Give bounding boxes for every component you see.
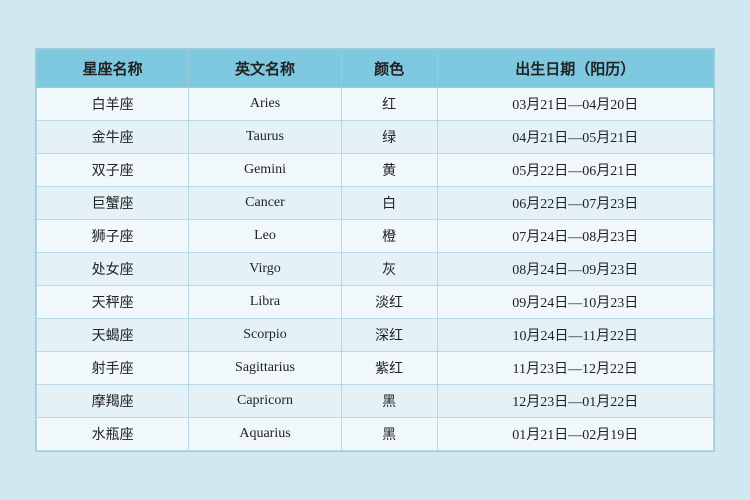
table-cell-3-2: 白 [341,187,437,220]
table-cell-5-0: 处女座 [37,253,189,286]
table-cell-5-2: 灰 [341,253,437,286]
table-row: 摩羯座Capricorn黑12月23日—01月22日 [37,385,714,418]
table-cell-2-3: 05月22日—06月21日 [437,154,713,187]
table-cell-5-3: 08月24日—09月23日 [437,253,713,286]
table-row: 白羊座Aries红03月21日—04月20日 [37,88,714,121]
table-cell-9-2: 黑 [341,385,437,418]
table-cell-9-1: Capricorn [189,385,341,418]
table-cell-9-0: 摩羯座 [37,385,189,418]
table-cell-10-0: 水瓶座 [37,418,189,451]
zodiac-table-container: 星座名称英文名称颜色出生日期（阳历） 白羊座Aries红03月21日—04月20… [35,48,715,452]
table-cell-4-3: 07月24日—08月23日 [437,220,713,253]
table-cell-2-0: 双子座 [37,154,189,187]
table-cell-2-1: Gemini [189,154,341,187]
table-cell-4-1: Leo [189,220,341,253]
table-row: 狮子座Leo橙07月24日—08月23日 [37,220,714,253]
table-cell-6-0: 天秤座 [37,286,189,319]
table-cell-1-2: 绿 [341,121,437,154]
table-row: 射手座Sagittarius紫红11月23日—12月22日 [37,352,714,385]
table-cell-4-0: 狮子座 [37,220,189,253]
table-cell-9-3: 12月23日—01月22日 [437,385,713,418]
table-cell-0-3: 03月21日—04月20日 [437,88,713,121]
table-cell-10-2: 黑 [341,418,437,451]
table-row: 巨蟹座Cancer白06月22日—07月23日 [37,187,714,220]
table-cell-0-2: 红 [341,88,437,121]
table-row: 天秤座Libra淡红09月24日—10月23日 [37,286,714,319]
table-header-row: 星座名称英文名称颜色出生日期（阳历） [37,50,714,88]
table-cell-1-3: 04月21日—05月21日 [437,121,713,154]
table-cell-7-3: 10月24日—11月22日 [437,319,713,352]
table-cell-6-2: 淡红 [341,286,437,319]
table-row: 双子座Gemini黄05月22日—06月21日 [37,154,714,187]
table-header-col-2: 颜色 [341,50,437,88]
table-row: 水瓶座Aquarius黑01月21日—02月19日 [37,418,714,451]
table-cell-8-1: Sagittarius [189,352,341,385]
table-cell-2-2: 黄 [341,154,437,187]
table-cell-7-1: Scorpio [189,319,341,352]
table-cell-0-0: 白羊座 [37,88,189,121]
table-cell-8-0: 射手座 [37,352,189,385]
table-cell-7-2: 深红 [341,319,437,352]
table-header-col-3: 出生日期（阳历） [437,50,713,88]
table-cell-10-1: Aquarius [189,418,341,451]
table-cell-8-3: 11月23日—12月22日 [437,352,713,385]
table-cell-6-1: Libra [189,286,341,319]
table-row: 天蝎座Scorpio深红10月24日—11月22日 [37,319,714,352]
table-header-col-0: 星座名称 [37,50,189,88]
table-cell-3-1: Cancer [189,187,341,220]
table-header-col-1: 英文名称 [189,50,341,88]
table-cell-0-1: Aries [189,88,341,121]
zodiac-table: 星座名称英文名称颜色出生日期（阳历） 白羊座Aries红03月21日—04月20… [36,49,714,451]
table-cell-7-0: 天蝎座 [37,319,189,352]
table-cell-5-1: Virgo [189,253,341,286]
table-cell-1-1: Taurus [189,121,341,154]
table-row: 金牛座Taurus绿04月21日—05月21日 [37,121,714,154]
table-cell-6-3: 09月24日—10月23日 [437,286,713,319]
table-cell-4-2: 橙 [341,220,437,253]
table-cell-3-0: 巨蟹座 [37,187,189,220]
table-body: 白羊座Aries红03月21日—04月20日金牛座Taurus绿04月21日—0… [37,88,714,451]
table-cell-8-2: 紫红 [341,352,437,385]
table-cell-1-0: 金牛座 [37,121,189,154]
table-row: 处女座Virgo灰08月24日—09月23日 [37,253,714,286]
table-cell-10-3: 01月21日—02月19日 [437,418,713,451]
table-cell-3-3: 06月22日—07月23日 [437,187,713,220]
